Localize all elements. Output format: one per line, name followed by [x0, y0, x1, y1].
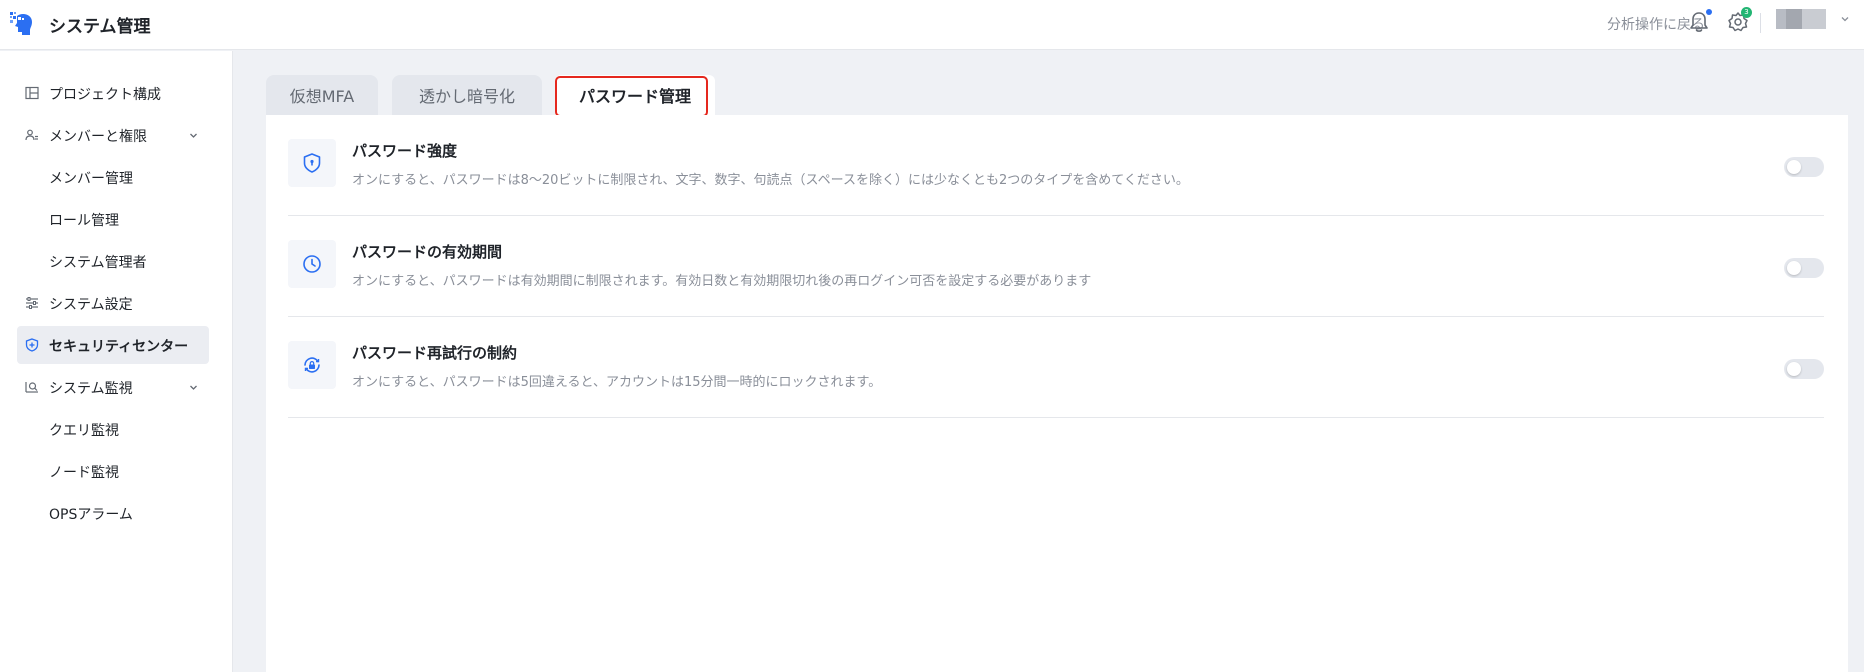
chevron-down-icon	[190, 133, 197, 138]
sidebar-item-security-center[interactable]: セキュリティセンター	[17, 326, 209, 364]
setting-row-password-validity: パスワードの有効期間 オンにすると、パスワードは有効期間に制限されます。有効日数…	[288, 216, 1824, 317]
sidebar-item-system-monitoring[interactable]: システム監視	[17, 368, 209, 406]
sidebar-item-label: メンバー管理	[49, 171, 133, 187]
chevron-down-icon[interactable]	[1840, 14, 1850, 24]
sidebar-item-query-monitoring[interactable]: クエリ監視	[17, 410, 209, 448]
setting-description: オンにすると、パスワードは有効期間に制限されます。有効日数と有効期限切れ後の再ロ…	[352, 274, 1092, 289]
sidebar-item-member-management[interactable]: メンバー管理	[17, 158, 209, 196]
tab-label: 透かし暗号化	[418, 87, 515, 106]
sidebar-item-members-permissions[interactable]: メンバーと権限	[17, 116, 209, 154]
users-icon	[25, 129, 38, 141]
setting-description: オンにすると、パスワードは8〜20ビットに制限され、文字、数字、句読点（スペース…	[352, 173, 1189, 188]
sidebar-item-system-admins[interactable]: システム管理者	[17, 242, 209, 280]
brain-head-icon	[10, 12, 32, 35]
setting-row-password-retry: パスワード再試行の制約 オンにすると、パスワードは5回違えると、アカウントは15…	[288, 317, 1824, 418]
avatar[interactable]	[1776, 9, 1826, 29]
password-validity-toggle[interactable]	[1784, 258, 1824, 278]
top-header: システム管理 分析操作に戻る 3	[0, 0, 1864, 50]
shield-icon	[25, 338, 39, 352]
settings-badge: 3	[1741, 7, 1752, 18]
setting-row-password-strength: パスワード強度 オンにすると、パスワードは8〜20ビットに制限され、文字、数字、…	[288, 115, 1824, 216]
app-title: システム管理	[49, 17, 151, 37]
tab-password-management[interactable]: パスワード管理	[555, 75, 715, 115]
setting-description: オンにすると、パスワードは5回違えると、アカウントは15分間一時的にロックされま…	[352, 375, 882, 390]
shield-lock-icon	[303, 153, 321, 173]
notification-dot	[1706, 9, 1712, 15]
monitor-search-icon	[25, 382, 38, 393]
setting-title: パスワード強度	[352, 142, 458, 160]
tab-watermark-encryption[interactable]: 透かし暗号化	[392, 75, 542, 115]
sidebar-item-label: プロジェクト構成	[49, 87, 161, 103]
layout-icon	[25, 86, 39, 100]
sidebar-item-label: セキュリティセンター	[49, 339, 189, 355]
sidebar-item-ops-alarm[interactable]: OPSアラーム	[17, 494, 209, 532]
tab-label: 仮想MFA	[289, 87, 355, 106]
lock-refresh-icon	[304, 357, 320, 373]
sidebar-item-label: ロール管理	[49, 213, 119, 229]
setting-title: パスワード再試行の制約	[352, 344, 518, 362]
chevron-down-icon	[190, 385, 197, 390]
password-retry-toggle[interactable]	[1784, 359, 1824, 379]
tab-label: パスワード管理	[578, 87, 691, 106]
sidebar-item-label: システム管理者	[49, 255, 147, 271]
sidebar-item-label: システム監視	[49, 381, 133, 397]
tab-virtual-mfa[interactable]: 仮想MFA	[266, 75, 378, 115]
sidebar-item-label: OPSアラーム	[49, 507, 133, 523]
sidebar-item-project-config[interactable]: プロジェクト構成	[17, 74, 209, 112]
sidebar-item-label: クエリ監視	[49, 423, 119, 439]
sliders-icon	[26, 297, 38, 309]
clock-icon	[303, 255, 321, 273]
header-divider	[1760, 13, 1761, 33]
sidebar-item-role-management[interactable]: ロール管理	[17, 200, 209, 238]
sidebar-item-label: システム設定	[49, 297, 133, 313]
sidebar-item-label: メンバーと権限	[49, 129, 147, 145]
setting-title: パスワードの有効期間	[352, 243, 503, 261]
sidebar-item-label: ノード監視	[49, 465, 119, 481]
sidebar-item-node-monitoring[interactable]: ノード監視	[17, 452, 209, 490]
password-strength-toggle[interactable]	[1784, 157, 1824, 177]
sidebar-item-system-settings[interactable]: システム設定	[17, 284, 209, 322]
